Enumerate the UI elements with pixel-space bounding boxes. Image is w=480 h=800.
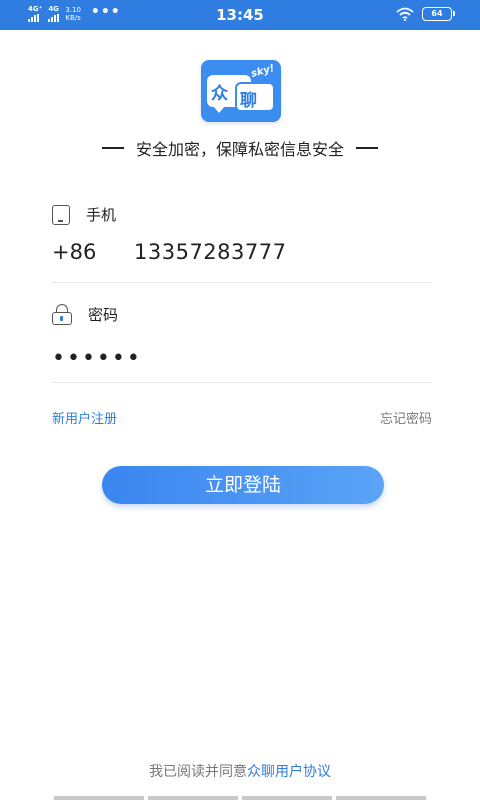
phone-input[interactable]: +86 13357283777 [52,240,286,264]
tagline-dash-right [356,147,378,149]
phone-number-field[interactable]: 13357283777 [134,240,286,264]
logo-bubble-right: 聊 [235,82,275,112]
tagline-dash-left [101,147,124,149]
app-logo: sky! 众 聊 [201,60,281,122]
password-label: 密码 [88,306,119,324]
password-field[interactable]: •••••• [52,346,142,371]
register-link[interactable]: 新用户注册 [52,408,117,427]
logo-char-2: 聊 [240,91,257,111]
lock-icon [52,304,72,325]
security-tagline: 安全加密，保障私密信息安全 [0,136,480,160]
logo-sky-text: sky! [250,63,277,80]
tagline-text: 安全加密，保障私密信息安全 [135,140,344,159]
status-bar: 4G⁺ 4G 3.10 KB/s ••• 13:45 64 [0,0,480,30]
password-divider [52,382,432,383]
auth-links: 新用户注册 忘记密码 [52,408,432,427]
country-code-selector[interactable]: +86 [52,240,134,264]
logo-char-1: 众 [211,84,228,104]
phone-label-row: 手机 [52,204,116,225]
bottom-strip [54,796,426,800]
wifi-icon [396,7,414,21]
user-agreement-link[interactable]: 众聊用户协议 [247,764,331,780]
battery-icon: 64 [422,7,455,21]
phone-icon [52,204,70,225]
password-label-row: 密码 [52,304,118,325]
login-button[interactable]: 立即登陆 [102,466,384,504]
phone-divider [52,282,432,283]
status-right: 64 [396,7,455,21]
forgot-password-link[interactable]: 忘记密码 [380,408,432,427]
phone-label: 手机 [86,206,117,224]
agreement-prefix: 我已阅读并同意 [149,764,247,780]
agreement-text: 我已阅读并同意众聊用户协议 [0,761,480,781]
